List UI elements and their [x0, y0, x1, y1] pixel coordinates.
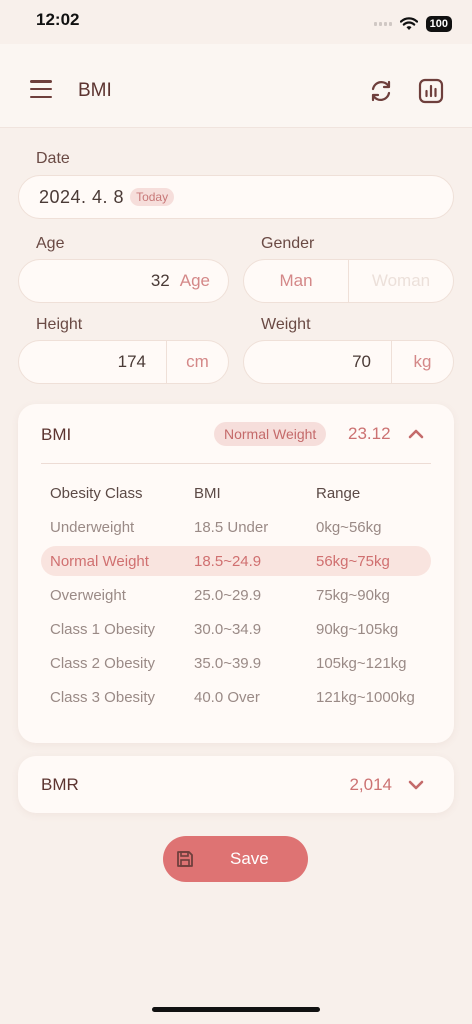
table-row-active: Normal Weight 18.5~24.9 56kg~75kg — [41, 546, 431, 576]
weight-unit[interactable]: kg — [391, 341, 453, 383]
chart-icon[interactable] — [418, 78, 444, 104]
date-value: 2024. 4. 8 — [39, 186, 125, 207]
table-cell: 105kg~121kg — [316, 654, 407, 672]
signal-icon — [373, 22, 392, 26]
height-label: Height — [36, 316, 83, 333]
table-cell: 30.0~34.9 — [194, 620, 262, 638]
height-value: 174 — [117, 352, 146, 371]
table-cell: 56kg~75kg — [316, 552, 390, 570]
column-header: Obesity Class — [50, 484, 143, 502]
divider — [41, 463, 431, 464]
table-cell: 90kg~105kg — [316, 620, 399, 638]
chevron-down-icon[interactable] — [407, 776, 425, 794]
table-cell: 0kg~56kg — [316, 518, 382, 536]
table-cell: 25.0~29.9 — [194, 586, 262, 604]
home-indicator[interactable] — [152, 1007, 320, 1012]
gender-option-man[interactable]: Man — [244, 260, 349, 302]
height-unit[interactable]: cm — [166, 341, 228, 383]
age-label: Age — [36, 235, 65, 252]
table-row: Underweight 18.5 Under 0kg~56kg — [41, 512, 431, 542]
date-field[interactable]: 2024. 4. 8 Today — [18, 175, 454, 219]
table-cell: Class 2 Obesity — [50, 654, 156, 672]
table-cell: Normal Weight — [50, 552, 149, 570]
date-label: Date — [36, 150, 70, 167]
gender-toggle: Man Woman — [243, 259, 454, 303]
table-row: Class 1 Obesity 30.0~34.9 90kg~105kg — [41, 614, 431, 644]
app-header: BMI — [0, 44, 472, 128]
refresh-icon[interactable] — [368, 78, 394, 104]
weight-value: 70 — [352, 352, 371, 371]
table-cell: 75kg~90kg — [316, 586, 390, 604]
table-cell: 35.0~39.9 — [194, 654, 262, 672]
status-time: 12:02 — [36, 10, 80, 29]
bmi-card-title: BMI — [41, 425, 72, 444]
table-row: Overweight 25.0~29.9 75kg~90kg — [41, 580, 431, 610]
table-cell: 121kg~1000kg — [316, 688, 415, 706]
column-header: Range — [316, 484, 361, 502]
today-badge: Today — [130, 188, 175, 206]
age-unit: Age — [179, 271, 210, 290]
page-title: BMI — [78, 80, 112, 101]
table-row: Class 2 Obesity 35.0~39.9 105kg~121kg — [41, 648, 431, 678]
table-cell: 18.5~24.9 — [194, 552, 262, 570]
save-button[interactable]: Save — [163, 836, 308, 882]
age-value: 32 — [150, 271, 170, 290]
save-icon — [177, 851, 193, 867]
bmr-value: 2,014 — [349, 775, 392, 794]
battery-indicator: 100 — [425, 16, 452, 32]
wifi-icon — [399, 17, 418, 30]
menu-icon[interactable] — [30, 80, 52, 98]
table-cell: Class 3 Obesity — [50, 688, 156, 706]
bmi-card: BMI Normal Weight 23.12 Obesity Class BM… — [18, 404, 454, 743]
age-input[interactable]: 32 Age — [18, 259, 229, 303]
table-cell: 18.5 Under — [194, 518, 269, 536]
table-cell: 40.0 Over — [194, 688, 260, 706]
height-input[interactable]: 174 cm — [18, 340, 229, 384]
bmr-card[interactable]: BMR 2,014 — [18, 756, 454, 813]
status-bar: 12:02 100 — [0, 0, 472, 44]
gender-option-woman[interactable]: Woman — [349, 260, 453, 302]
weight-label: Weight — [261, 316, 311, 333]
weight-input[interactable]: 70 kg — [243, 340, 454, 384]
bmr-card-title: BMR — [41, 775, 79, 794]
table-header: Obesity Class BMI Range — [41, 478, 431, 508]
column-header: BMI — [194, 484, 221, 502]
bmi-value: 23.12 — [348, 424, 391, 443]
gender-label: Gender — [261, 235, 315, 252]
table-cell: Class 1 Obesity — [50, 620, 156, 638]
table-cell: Overweight — [50, 586, 126, 604]
chevron-up-icon[interactable] — [407, 425, 425, 443]
table-cell: Underweight — [50, 518, 135, 536]
save-button-label: Save — [230, 849, 269, 868]
table-row: Class 3 Obesity 40.0 Over 121kg~1000kg — [41, 682, 431, 712]
status-badge: Normal Weight — [214, 422, 327, 446]
